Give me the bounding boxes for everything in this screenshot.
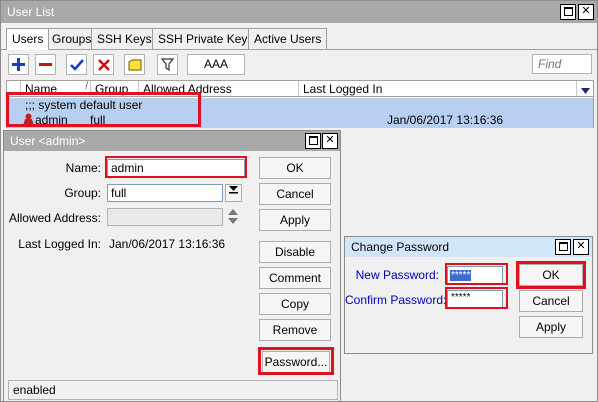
status-bar: enabled	[8, 380, 338, 400]
user-dialog-titlebar[interactable]: User <admin> ✕	[4, 131, 340, 151]
tabstrip-divider	[1, 49, 597, 50]
find-input[interactable]	[532, 54, 592, 74]
new-password-field[interactable]: *****	[447, 266, 503, 284]
comment-button[interactable]: Comment	[259, 267, 331, 289]
check-icon	[69, 59, 84, 71]
column-header-allowed-address[interactable]: Allowed Address	[139, 81, 299, 97]
close-icon[interactable]: ✕	[573, 239, 589, 255]
minus-icon	[39, 63, 52, 66]
confirm-password-label: Confirm Password:	[345, 293, 447, 307]
maximize-icon[interactable]	[560, 4, 576, 20]
table-row-handle-header	[7, 81, 21, 97]
new-password-value: *****	[450, 270, 472, 281]
cell-name: admin	[35, 113, 68, 127]
password-button[interactable]: Password...	[262, 351, 330, 373]
column-header-label: Name	[25, 82, 58, 96]
tab-active-users[interactable]: Active Users	[248, 28, 328, 49]
tab-ssh-private-keys[interactable]: SSH Private Keys	[152, 28, 260, 49]
filter-icon	[161, 58, 174, 71]
group-label: Group:	[64, 186, 101, 200]
dialog-title: Change Password	[351, 240, 450, 254]
tab-users[interactable]: Users	[6, 28, 50, 50]
user-table: Name / Group Allowed Address Last Logged…	[6, 80, 594, 128]
chevron-down-icon	[229, 186, 238, 194]
enable-button[interactable]	[66, 54, 87, 75]
change-password-dialog: Change Password ✕ New Password: ***** Co…	[344, 236, 593, 354]
comment-text: ;;; system default user	[25, 98, 143, 112]
apply-button[interactable]: Apply	[519, 316, 583, 338]
group-select[interactable]: full	[107, 184, 223, 202]
apply-button[interactable]: Apply	[259, 209, 331, 231]
comment-button[interactable]	[124, 54, 145, 75]
new-password-label: New Password:	[355, 268, 439, 282]
cell-last-logged-in: Jan/06/2017 13:16:36	[387, 113, 504, 127]
plus-icon	[12, 58, 25, 71]
allowed-address-field[interactable]	[107, 208, 223, 226]
tab-groups[interactable]: Groups	[46, 28, 98, 49]
disable-button[interactable]: Disable	[259, 241, 331, 263]
cancel-button[interactable]: Cancel	[519, 290, 583, 312]
cell-group: full	[90, 113, 106, 127]
note-icon	[128, 59, 141, 70]
column-menu-button[interactable]	[577, 81, 593, 97]
x-icon	[97, 58, 110, 71]
user-list-titlebar[interactable]: User List ✕	[1, 1, 597, 23]
copy-button[interactable]: Copy	[259, 293, 331, 315]
filter-button[interactable]	[157, 54, 178, 75]
user-edit-dialog: User <admin> ✕ Name: admin Group: full A…	[3, 130, 341, 402]
sort-icon: /	[85, 81, 88, 92]
confirm-password-field[interactable]: *****	[447, 290, 503, 308]
add-button[interactable]	[8, 54, 29, 75]
last-logged-in-label: Last Logged In:	[18, 237, 101, 251]
remove-button[interactable]	[35, 54, 56, 75]
remove-button[interactable]: Remove	[259, 319, 331, 341]
dialog-title: User <admin>	[10, 134, 86, 148]
maximize-icon[interactable]	[305, 133, 321, 149]
ok-button[interactable]: OK	[519, 264, 583, 286]
password-dialog-titlebar[interactable]: Change Password ✕	[345, 237, 592, 257]
chevron-down-icon	[580, 88, 590, 94]
window-title: User List	[7, 5, 55, 19]
close-icon[interactable]: ✕	[322, 133, 338, 149]
stepper-icon[interactable]	[228, 209, 240, 227]
aaa-button[interactable]: AAA	[187, 54, 245, 75]
ok-button[interactable]: OK	[259, 157, 331, 179]
table-row[interactable]: admin full Jan/06/2017 13:16:36	[7, 113, 593, 128]
name-label: Name:	[65, 161, 101, 175]
maximize-icon[interactable]	[555, 239, 571, 255]
disable-button[interactable]	[93, 54, 114, 75]
tab-ssh-keys[interactable]: SSH Keys	[91, 28, 158, 49]
last-logged-in-value: Jan/06/2017 13:16:36	[109, 237, 226, 251]
column-header-name[interactable]: Name /	[21, 81, 91, 97]
column-header-group[interactable]: Group	[91, 81, 139, 97]
allowed-address-label: Allowed Address:	[8, 211, 101, 225]
table-comment-row[interactable]: ;;; system default user	[7, 98, 593, 113]
column-header-last-logged-in[interactable]: Last Logged In	[299, 81, 577, 97]
user-icon	[23, 113, 34, 129]
cancel-button[interactable]: Cancel	[259, 183, 331, 205]
close-icon[interactable]: ✕	[578, 4, 594, 20]
name-field[interactable]: admin	[107, 159, 245, 177]
group-dropdown-button[interactable]	[225, 184, 242, 202]
